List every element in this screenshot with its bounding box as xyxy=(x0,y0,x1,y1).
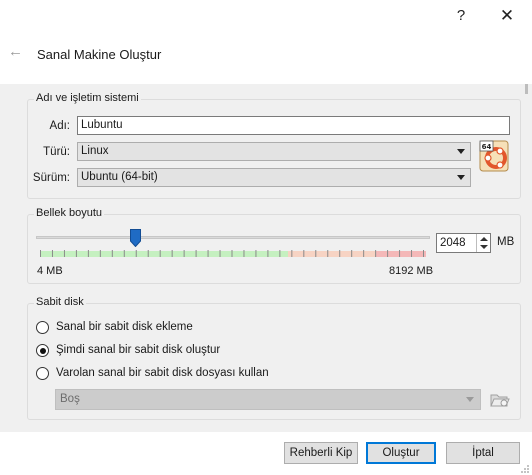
memory-slider-ticks xyxy=(40,250,424,257)
chevron-down-icon xyxy=(466,397,474,402)
title-bar: ? ✕ xyxy=(0,0,532,34)
existing-disk-select: Boş xyxy=(55,389,481,410)
help-button[interactable]: ? xyxy=(446,4,476,28)
memory-unit: MB xyxy=(497,236,515,248)
radio-existing-disk-indicator[interactable] xyxy=(36,367,49,380)
memory-min-label: 4 MB xyxy=(37,265,63,277)
resize-grip-icon[interactable] xyxy=(519,464,530,474)
memory-spinbox[interactable]: 2048 xyxy=(436,233,491,253)
version-select-value: Ubuntu (64-bit) xyxy=(81,171,158,183)
type-select-value: Linux xyxy=(81,145,109,157)
radio-no-disk-label: Sanal bir sabit disk ekleme xyxy=(56,321,193,333)
disk-group-title: Sabit disk xyxy=(34,296,86,308)
spin-up-icon[interactable] xyxy=(480,237,488,241)
memory-spin-buttons xyxy=(476,234,490,252)
memory-max-label: 8192 MB xyxy=(389,265,434,277)
memory-value: 2048 xyxy=(440,237,466,249)
version-select[interactable]: Ubuntu (64-bit) xyxy=(77,168,471,187)
spin-down-icon[interactable] xyxy=(480,245,488,249)
close-button[interactable]: ✕ xyxy=(492,4,522,28)
memory-slider-thumb[interactable] xyxy=(130,229,142,247)
version-label: Sürüm: xyxy=(32,172,70,184)
memory-slider-track[interactable] xyxy=(36,236,430,239)
radio-no-disk-indicator[interactable] xyxy=(36,321,49,334)
radio-create-disk-indicator[interactable] xyxy=(36,344,49,357)
scroll-indicator xyxy=(525,84,528,94)
create-button[interactable]: Oluştur xyxy=(366,442,436,464)
name-input[interactable]: Lubuntu xyxy=(77,116,510,135)
type-select[interactable]: Linux xyxy=(77,142,471,161)
ubuntu-os-icon: 64 xyxy=(479,140,509,172)
type-label: Türü: xyxy=(43,146,70,158)
back-arrow-icon[interactable]: ← xyxy=(8,43,23,60)
guided-mode-button[interactable]: Rehberli Kip xyxy=(284,442,358,464)
radio-create-disk-label: Şimdi sanal bir sabit disk oluştur xyxy=(56,344,221,356)
folder-open-icon xyxy=(490,394,510,407)
radio-existing-disk-label: Varolan sanal bir sabit disk dosyası kul… xyxy=(56,367,269,379)
page-title: Sanal Makine Oluştur xyxy=(37,47,162,62)
name-label: Adı: xyxy=(49,120,70,132)
cancel-button[interactable]: İptal xyxy=(446,442,520,464)
os-group-title: Adı ve işletim sistemi xyxy=(34,92,141,104)
chevron-down-icon xyxy=(457,175,465,180)
chevron-down-icon xyxy=(457,149,465,154)
memory-group-title: Bellek boyutu xyxy=(34,207,105,219)
existing-disk-value: Boş xyxy=(60,393,80,405)
os-icon-badge: 64 xyxy=(482,143,492,151)
